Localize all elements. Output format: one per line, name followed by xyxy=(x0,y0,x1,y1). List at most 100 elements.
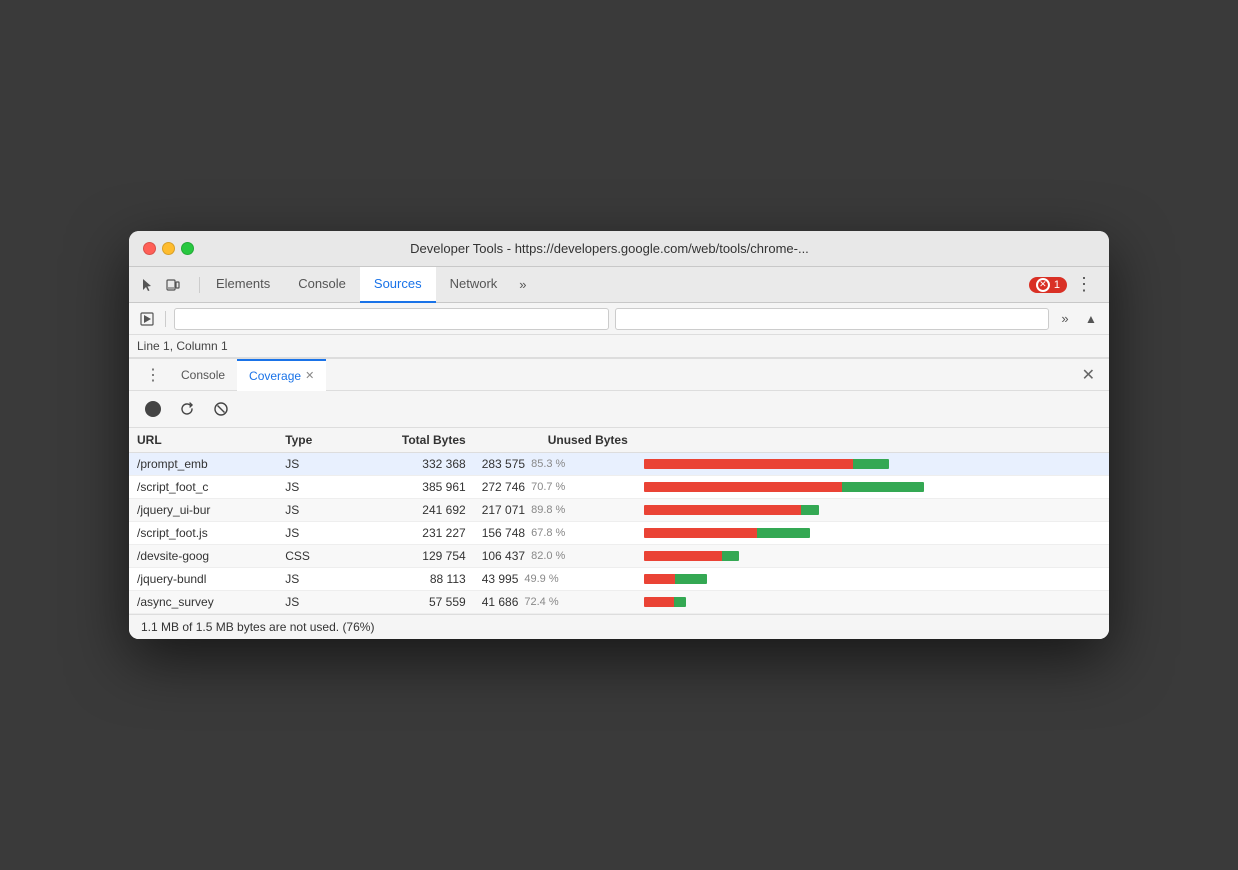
cell-bar xyxy=(636,568,1109,591)
cell-bar xyxy=(636,545,1109,568)
unused-value: 156 748 xyxy=(482,526,525,540)
drawer: ⋮ Console Coverage ✕ ✕ xyxy=(129,358,1109,639)
cell-url: /script_foot.js xyxy=(129,522,277,545)
expand-icon[interactable]: ▲ xyxy=(1081,309,1101,329)
table-row[interactable]: /prompt_emb JS 332 368 283 575 85.3 % xyxy=(129,453,1109,476)
cell-type: JS xyxy=(277,476,346,499)
cell-unused-bytes: 43 995 49.9 % xyxy=(474,568,636,591)
cell-type: JS xyxy=(277,522,346,545)
cell-type: JS xyxy=(277,499,346,522)
title-bar: Developer Tools - https://developers.goo… xyxy=(129,231,1109,267)
tab-elements[interactable]: Elements xyxy=(202,267,284,303)
search-input[interactable] xyxy=(615,308,1050,330)
cell-type: JS xyxy=(277,591,346,614)
col-bar xyxy=(636,428,1109,453)
device-icon[interactable] xyxy=(163,275,183,295)
play-icon[interactable] xyxy=(137,309,157,329)
unused-pct: 85.3 % xyxy=(531,458,567,470)
cell-bar xyxy=(636,591,1109,614)
drawer-tab-bar: ⋮ Console Coverage ✕ ✕ xyxy=(129,359,1109,391)
unused-value: 106 437 xyxy=(482,549,525,563)
tab-console[interactable]: Console xyxy=(284,267,360,303)
separator xyxy=(165,311,166,327)
table-row[interactable]: /jquery-bundl JS 88 113 43 995 49.9 % xyxy=(129,568,1109,591)
cell-url: /async_survey xyxy=(129,591,277,614)
cell-url: /jquery-bundl xyxy=(129,568,277,591)
coverage-table: URL Type Total Bytes Unused Bytes /promp… xyxy=(129,428,1109,614)
window-title: Developer Tools - https://developers.goo… xyxy=(129,241,1095,256)
devtools-window: Developer Tools - https://developers.goo… xyxy=(129,231,1109,639)
cell-bar xyxy=(636,476,1109,499)
coverage-tab-close[interactable]: ✕ xyxy=(305,369,314,382)
more-options-icon[interactable]: » xyxy=(1055,309,1075,329)
cell-bar xyxy=(636,499,1109,522)
drawer-menu-button[interactable]: ⋮ xyxy=(137,365,169,385)
unused-value: 41 686 xyxy=(482,595,519,609)
cell-total-bytes: 241 692 xyxy=(346,499,474,522)
cell-total-bytes: 231 227 xyxy=(346,522,474,545)
col-unused-bytes[interactable]: Unused Bytes xyxy=(474,428,636,453)
cell-unused-bytes: 272 746 70.7 % xyxy=(474,476,636,499)
cell-unused-bytes: 217 071 89.8 % xyxy=(474,499,636,522)
unused-pct: 89.8 % xyxy=(531,504,567,516)
tab-bar: Elements Console Sources Network » ✕ 1 ⋮ xyxy=(129,267,1109,303)
coverage-footer: 1.1 MB of 1.5 MB bytes are not used. (76… xyxy=(129,614,1109,639)
cell-url: /script_foot_c xyxy=(129,476,277,499)
col-url[interactable]: URL xyxy=(129,428,277,453)
sources-toolbar: » ▲ xyxy=(129,303,1109,335)
drawer-tab-coverage[interactable]: Coverage ✕ xyxy=(237,359,326,391)
cell-url: /prompt_emb xyxy=(129,453,277,476)
cursor-icon[interactable] xyxy=(137,275,157,295)
devtools-menu-button[interactable]: ⋮ xyxy=(1067,274,1101,295)
cell-total-bytes: 332 368 xyxy=(346,453,474,476)
record-button[interactable] xyxy=(141,397,165,421)
cell-unused-bytes: 106 437 82.0 % xyxy=(474,545,636,568)
unused-value: 272 746 xyxy=(482,480,525,494)
cell-bar xyxy=(636,453,1109,476)
cell-type: JS xyxy=(277,453,346,476)
col-total-bytes[interactable]: Total Bytes xyxy=(346,428,474,453)
tab-network[interactable]: Network xyxy=(436,267,512,303)
unused-value: 283 575 xyxy=(482,457,525,471)
status-bar: Line 1, Column 1 xyxy=(129,335,1109,358)
cell-total-bytes: 385 961 xyxy=(346,476,474,499)
cell-url: /jquery_ui-bur xyxy=(129,499,277,522)
cell-total-bytes: 129 754 xyxy=(346,545,474,568)
unused-pct: 49.9 % xyxy=(524,573,560,585)
table-row[interactable]: /jquery_ui-bur JS 241 692 217 071 89.8 % xyxy=(129,499,1109,522)
table-row[interactable]: /script_foot.js JS 231 227 156 748 67.8 … xyxy=(129,522,1109,545)
cell-bar xyxy=(636,522,1109,545)
drawer-close-button[interactable]: ✕ xyxy=(1076,365,1101,385)
drawer-tab-console[interactable]: Console xyxy=(169,359,237,391)
coverage-table-wrapper: URL Type Total Bytes Unused Bytes /promp… xyxy=(129,428,1109,614)
file-search-input[interactable] xyxy=(174,308,609,330)
cell-url: /devsite-goog xyxy=(129,545,277,568)
unused-pct: 72.4 % xyxy=(524,596,560,608)
table-row[interactable]: /async_survey JS 57 559 41 686 72.4 % xyxy=(129,591,1109,614)
clear-button[interactable] xyxy=(209,397,233,421)
devtools-icons xyxy=(137,275,183,295)
unused-pct: 67.8 % xyxy=(531,527,567,539)
error-icon: ✕ xyxy=(1036,278,1050,292)
cell-unused-bytes: 156 748 67.8 % xyxy=(474,522,636,545)
error-badge[interactable]: ✕ 1 xyxy=(1029,277,1067,293)
cell-unused-bytes: 41 686 72.4 % xyxy=(474,591,636,614)
unused-value: 217 071 xyxy=(482,503,525,517)
unused-pct: 70.7 % xyxy=(531,481,567,493)
more-tabs-button[interactable]: » xyxy=(511,277,534,292)
cell-type: JS xyxy=(277,568,346,591)
coverage-toolbar xyxy=(129,391,1109,428)
tab-sources[interactable]: Sources xyxy=(360,267,436,303)
unused-value: 43 995 xyxy=(482,572,519,586)
record-icon xyxy=(145,401,161,417)
table-row[interactable]: /script_foot_c JS 385 961 272 746 70.7 % xyxy=(129,476,1109,499)
col-type[interactable]: Type xyxy=(277,428,346,453)
cell-unused-bytes: 283 575 85.3 % xyxy=(474,453,636,476)
unused-pct: 82.0 % xyxy=(531,550,567,562)
cell-total-bytes: 57 559 xyxy=(346,591,474,614)
reload-button[interactable] xyxy=(175,397,199,421)
cell-type: CSS xyxy=(277,545,346,568)
status-text: Line 1, Column 1 xyxy=(137,339,228,353)
table-row[interactable]: /devsite-goog CSS 129 754 106 437 82.0 % xyxy=(129,545,1109,568)
cell-total-bytes: 88 113 xyxy=(346,568,474,591)
